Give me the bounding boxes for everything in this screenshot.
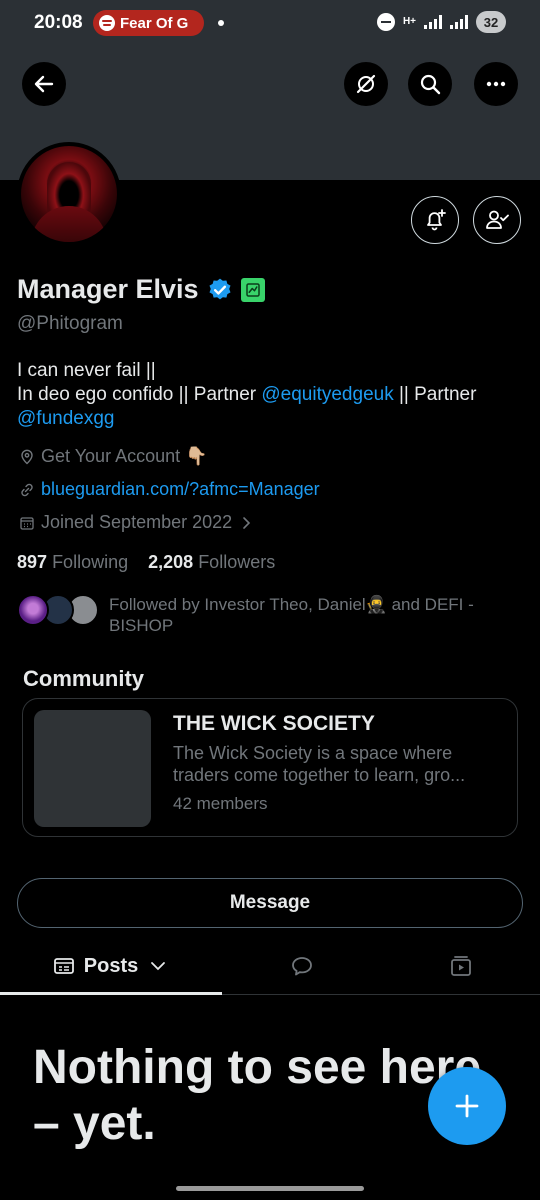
community-name: THE WICK SOCIETY <box>173 712 375 735</box>
bell-plus-icon <box>427 209 446 231</box>
community-description-line: The Wick Society is a space where <box>173 743 453 763</box>
signal-icon <box>424 15 442 29</box>
name-row: Manager Elvis <box>17 274 265 305</box>
avatar[interactable] <box>17 142 121 246</box>
grok-button[interactable] <box>344 62 388 106</box>
notification-dot-icon <box>218 20 224 26</box>
community-description: The Wick Society is a space where trader… <box>173 742 503 786</box>
more-button[interactable] <box>474 62 518 106</box>
status-bar: 20:08 Fear Of G H+ 32 <box>0 0 540 46</box>
arrow-left-icon <box>34 75 54 93</box>
active-tab-indicator <box>0 992 222 995</box>
mutual-avatars <box>17 594 99 626</box>
person-check-icon <box>486 210 509 229</box>
community-image <box>34 710 151 827</box>
network-type: H+ <box>402 16 416 27</box>
following-count: 897 <box>17 552 48 572</box>
following-link[interactable]: 897 Following <box>17 552 128 572</box>
profile-tabs: Posts <box>0 938 540 996</box>
tab-media[interactable] <box>382 938 540 994</box>
followed-by-row[interactable]: Followed by Investor Theo, Daniel🥷 and D… <box>17 594 509 636</box>
speech-bubble-icon <box>292 957 312 976</box>
message-button[interactable]: Message <box>17 878 523 928</box>
tab-posts[interactable]: Posts <box>0 938 222 994</box>
notifications-bell-button[interactable] <box>411 196 459 244</box>
joined-row[interactable]: Joined September 2022 <box>19 512 254 533</box>
community-description-line: traders come together to learn, gro... <box>173 765 466 785</box>
home-indicator[interactable] <box>176 1186 364 1191</box>
profile-handle: @Phitogram <box>17 313 123 334</box>
following-button[interactable] <box>473 196 521 244</box>
posts-icon <box>53 958 74 974</box>
mutual-avatar <box>17 594 49 626</box>
grok-icon <box>356 74 376 94</box>
profile-name: Manager Elvis <box>17 274 199 304</box>
affiliate-badge-icon[interactable] <box>240 277 265 302</box>
website-row[interactable]: blueguardian.com/?afmc=Manager <box>19 479 320 500</box>
bio-text: In deo ego confido || Partner <box>17 384 262 405</box>
calendar-icon <box>20 516 34 530</box>
plus-icon <box>455 1094 479 1118</box>
link-icon <box>21 483 33 496</box>
chevron-down-icon <box>151 962 166 971</box>
status-icons: H+ 32 <box>376 11 506 33</box>
website-link[interactable]: blueguardian.com/?afmc=Manager <box>41 479 320 500</box>
tab-replies[interactable] <box>222 938 382 994</box>
do-not-disturb-icon <box>376 13 395 31</box>
joined-text: Joined September 2022 <box>41 512 233 532</box>
media-video-icon <box>451 956 471 976</box>
mention-link-equityedgeuk[interactable]: @equityedgeuk <box>261 384 393 405</box>
profile-bio: I can never fail || In deo ego confido |… <box>17 359 517 431</box>
spotify-icon <box>99 15 115 31</box>
battery-level: 32 <box>476 11 506 33</box>
chart-logo-icon <box>245 282 260 297</box>
mention-link-fundexgg[interactable]: @fundexgg <box>17 408 114 429</box>
follow-counts: 897 Following 2,208 Followers <box>17 552 275 573</box>
back-button[interactable] <box>22 62 66 106</box>
media-title: Fear Of G <box>120 14 189 32</box>
location-pin-icon <box>21 449 33 464</box>
spotify-media-pill[interactable]: Fear Of G <box>93 10 204 36</box>
chevron-right-icon <box>243 516 251 529</box>
signal-icon-2 <box>450 15 468 29</box>
location-row: Get Your Account 👇🏼 <box>19 446 208 467</box>
location-text: Get Your Account 👇🏼 <box>41 446 208 466</box>
community-members: 42 members <box>173 794 268 813</box>
followers-label: Followers <box>198 552 276 572</box>
followed-by-text: Followed by Investor Theo, Daniel🥷 and D… <box>109 595 474 635</box>
bio-text-2: || Partner <box>393 384 477 405</box>
tabs-divider <box>222 994 540 995</box>
search-button[interactable] <box>408 62 452 106</box>
following-label: Following <box>52 552 129 572</box>
compose-post-button[interactable] <box>428 1067 506 1145</box>
bio-line-2: In deo ego confido || Partner @equityedg… <box>17 383 517 407</box>
status-time: 20:08 <box>34 12 83 33</box>
tab-posts-label: Posts <box>83 954 139 977</box>
community-section-title: Community <box>23 666 144 691</box>
followers-count: 2,208 <box>148 552 194 572</box>
more-horizontal-icon <box>486 81 506 87</box>
community-card[interactable]: THE WICK SOCIETY The Wick Society is a s… <box>22 698 518 837</box>
bio-line-1: I can never fail || <box>17 360 156 381</box>
verified-badge-icon[interactable] <box>207 277 233 303</box>
search-icon <box>420 74 441 95</box>
followers-link[interactable]: 2,208 Followers <box>148 552 275 572</box>
